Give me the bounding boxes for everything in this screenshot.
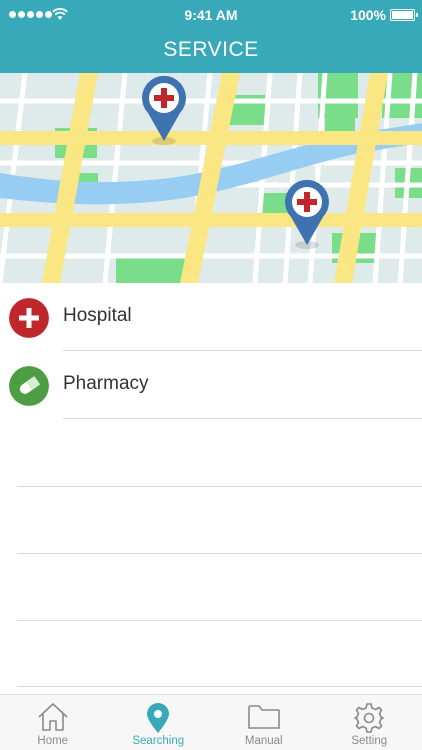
battery-percentage: 100%: [350, 7, 386, 23]
tab-home[interactable]: Home: [0, 695, 106, 750]
list-item-label: Hospital: [63, 305, 132, 326]
tab-label: Home: [37, 735, 69, 747]
tab-setting[interactable]: Setting: [317, 695, 422, 750]
tab-label: Setting: [351, 735, 388, 747]
location-pin-icon: [147, 703, 170, 733]
tab-label: Searching: [132, 735, 185, 747]
list-item-hospital[interactable]: Hospital: [0, 283, 422, 351]
service-list: Hospital Pharmacy: [0, 283, 422, 419]
tab-label: Manual: [244, 735, 283, 747]
list-item-pharmacy[interactable]: Pharmacy: [0, 351, 422, 419]
divider: [63, 418, 422, 419]
home-icon: [38, 703, 68, 731]
gear-icon: [354, 703, 385, 733]
tab-manual[interactable]: Manual: [211, 695, 317, 750]
divider: [17, 553, 422, 554]
plus-icon: [9, 298, 49, 338]
battery-icon: [390, 9, 418, 21]
pill-icon: [9, 366, 49, 406]
app-header: 9:41 AM 100% SERVICE: [0, 0, 422, 73]
folder-icon: [247, 705, 280, 729]
page-title: SERVICE: [163, 38, 259, 61]
status-bar: 9:41 AM 100%: [0, 0, 422, 30]
divider: [17, 620, 422, 621]
map-view[interactable]: [0, 73, 422, 283]
tab-searching[interactable]: Searching: [106, 695, 212, 750]
divider: [17, 486, 422, 487]
tab-bar: Home Searching Manual Setting: [0, 694, 422, 750]
divider: [17, 686, 422, 687]
list-item-label: Pharmacy: [63, 373, 149, 394]
